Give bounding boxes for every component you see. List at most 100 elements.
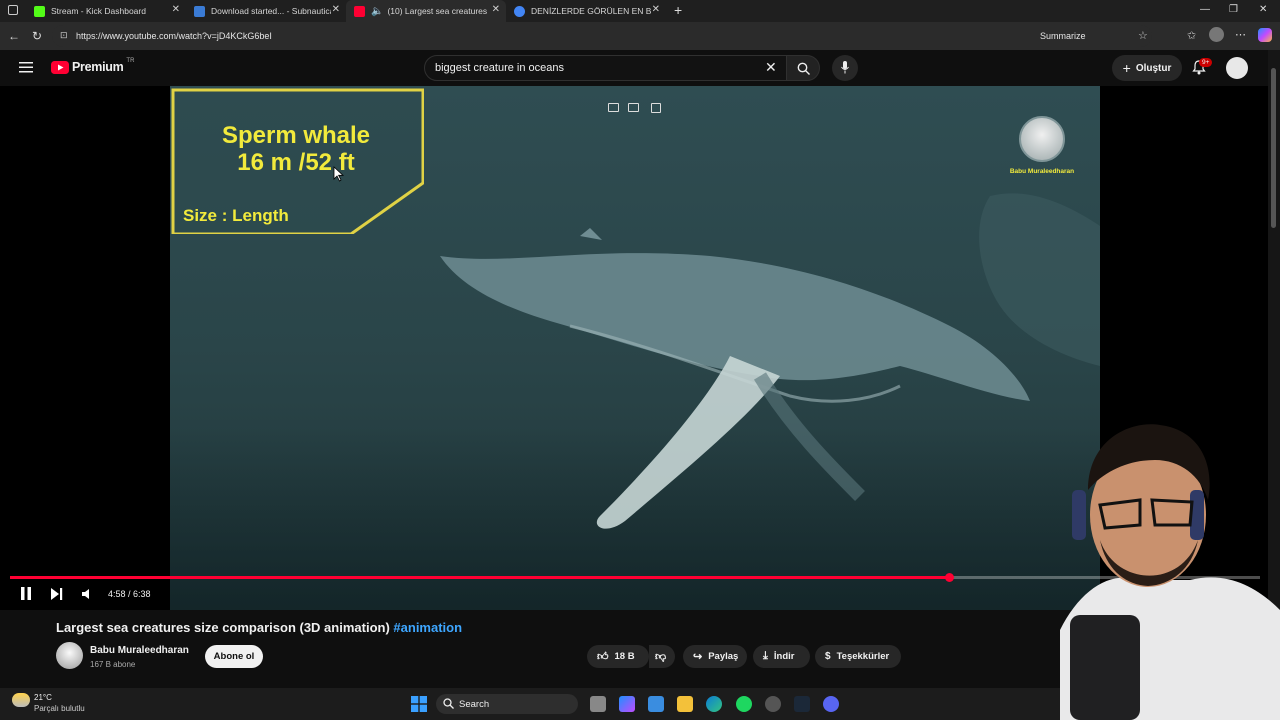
thanks-button[interactable]: $ Teşekkürler	[815, 645, 901, 668]
back-icon[interactable]: ←	[8, 29, 20, 43]
tab-youtube[interactable]: 🔈 (10) Largest sea creatures si ✕	[346, 0, 506, 22]
youtube-icon	[354, 5, 365, 17]
miniplayer-icon[interactable]	[608, 103, 619, 112]
share-label: Paylaş	[708, 651, 739, 662]
youtube-logo[interactable]: Premium TR	[51, 58, 135, 74]
steam-icon[interactable]	[794, 696, 810, 712]
profile-icon[interactable]	[1209, 27, 1224, 42]
channel-watermark-text: Babu Muraleedharan	[1009, 168, 1075, 175]
store-icon[interactable]	[648, 696, 664, 712]
summarize-button[interactable]: Summarize	[1040, 31, 1086, 41]
url-text[interactable]: https://www.youtube.com/watch?v=jD4KCkG6…	[76, 31, 272, 41]
create-button[interactable]: + Oluştur	[1112, 55, 1182, 81]
minimize-icon[interactable]: —	[1200, 4, 1210, 15]
copilot-icon[interactable]	[1258, 28, 1272, 42]
windows-start-icon[interactable]	[411, 696, 427, 712]
youtube-play-icon	[51, 60, 69, 74]
tab-label: Download started... - Subnautica	[211, 6, 331, 16]
download-icon: ⤓	[763, 650, 768, 662]
channel-name[interactable]: Babu Muraleedharan	[90, 645, 189, 656]
like-button[interactable]: 👍︎ 18 B	[587, 645, 649, 668]
like-count: 18 B	[614, 651, 635, 662]
tab-label: DENİZLERDE GÖRÜLEN EN BÜYÜ	[531, 6, 651, 16]
menu-icon[interactable]	[19, 62, 33, 73]
kick-icon	[34, 5, 45, 17]
tab-google[interactable]: DENİZLERDE GÖRÜLEN EN BÜYÜ ✕	[506, 0, 666, 22]
search-button[interactable]	[786, 55, 820, 81]
dislike-button[interactable]: 👎︎	[649, 645, 675, 668]
search-box[interactable]: biggest creature in oceans ✕	[424, 55, 788, 81]
subscribe-button[interactable]: Abone ol	[205, 645, 263, 668]
create-label: Oluştur	[1135, 62, 1172, 74]
thumbs-down-icon: 👎︎	[655, 651, 667, 663]
youtube-header: Premium TR biggest creature in oceans ✕ …	[0, 50, 1268, 86]
close-icon[interactable]: ✕	[172, 4, 180, 15]
logo-text: Premium	[72, 60, 124, 74]
plus-icon: +	[1122, 60, 1131, 76]
thumbs-up-icon: 👍︎	[597, 651, 609, 663]
species-measurement: 16 m /52 ft	[237, 149, 355, 176]
measurement-type: Size : Length	[183, 206, 289, 225]
clear-search-icon[interactable]: ✕	[765, 59, 777, 76]
weather-description[interactable]: Parçalı bulutlu	[34, 704, 85, 713]
search-icon	[797, 62, 810, 75]
close-icon[interactable]: ✕	[492, 4, 500, 15]
scrollbar-thumb[interactable]	[1271, 68, 1276, 228]
spotify-icon[interactable]	[736, 696, 752, 712]
weather-icon[interactable]	[12, 693, 30, 707]
thanks-label: Teşekkürler	[836, 651, 890, 662]
cast-icon[interactable]	[628, 103, 639, 112]
account-avatar[interactable]	[1226, 57, 1248, 79]
favorites-icon[interactable]: ✩	[1187, 29, 1196, 42]
notification-badge: 9+	[1199, 58, 1213, 67]
close-icon[interactable]: ✕	[332, 4, 340, 15]
copilot-taskbar-icon[interactable]	[619, 696, 635, 712]
taskbar-search[interactable]	[436, 694, 578, 714]
channel-avatar[interactable]	[56, 642, 83, 669]
hashtag-link[interactable]: #animation	[393, 620, 462, 635]
region-code: TR	[126, 58, 135, 64]
tab-actions-icon[interactable]	[8, 5, 18, 15]
site-info-icon[interactable]: ⊡	[60, 30, 68, 41]
volume-icon[interactable]	[82, 589, 93, 599]
tab-kick[interactable]: Stream - Kick Dashboard ✕	[26, 0, 186, 22]
address-bar-row: ← ↻ ⊡ https://www.youtube.com/watch?v=jD…	[0, 22, 1280, 50]
subnautica-icon	[194, 5, 205, 17]
species-name: Sperm whale	[221, 122, 371, 149]
streamer-webcam-overlay	[1060, 424, 1280, 720]
close-window-icon[interactable]: ✕	[1259, 4, 1267, 15]
tab-download[interactable]: Download started... - Subnautica ✕	[186, 0, 346, 22]
share-arrow-icon: ↪	[693, 651, 703, 663]
file-explorer-icon[interactable]	[677, 696, 693, 712]
edge-browser-icon[interactable]	[706, 696, 722, 712]
video-title-text: Largest sea creatures size comparison (3…	[56, 620, 390, 635]
super-thanks-icon: $	[825, 651, 831, 662]
voice-search-button[interactable]	[832, 55, 858, 81]
restore-icon[interactable]: ❐	[1229, 4, 1238, 15]
google-icon	[514, 5, 525, 17]
discord-icon[interactable]	[823, 696, 839, 712]
speaker-icon[interactable]: 🔈	[371, 6, 383, 17]
weather-temperature[interactable]: 21°C	[34, 693, 52, 702]
taskbar-search-label: Search	[459, 699, 490, 710]
mouse-cursor-icon	[333, 166, 345, 182]
channel-watermark-logo[interactable]	[1019, 116, 1065, 162]
pause-icon[interactable]	[20, 587, 32, 600]
progress-scrubber[interactable]	[944, 573, 954, 582]
download-button[interactable]: ⤓ İndir	[753, 645, 810, 668]
next-video-icon[interactable]	[51, 588, 63, 600]
share-button[interactable]: ↪ Paylaş	[683, 645, 747, 668]
share-video-icon[interactable]	[651, 103, 661, 113]
progress-played	[10, 576, 949, 579]
more-menu-icon[interactable]: ⋯	[1235, 28, 1246, 41]
subscriber-count: 167 B abone	[90, 660, 136, 669]
new-tab-icon[interactable]: +	[674, 2, 682, 18]
app-icon[interactable]	[765, 696, 781, 712]
search-input[interactable]: biggest creature in oceans	[435, 62, 564, 74]
task-view-icon[interactable]	[590, 696, 606, 712]
refresh-icon[interactable]: ↻	[32, 29, 42, 43]
tab-label: (10) Largest sea creatures si	[387, 6, 488, 16]
microphone-icon	[841, 61, 849, 74]
close-icon[interactable]: ✕	[652, 4, 660, 15]
star-icon[interactable]: ☆	[1138, 29, 1148, 42]
